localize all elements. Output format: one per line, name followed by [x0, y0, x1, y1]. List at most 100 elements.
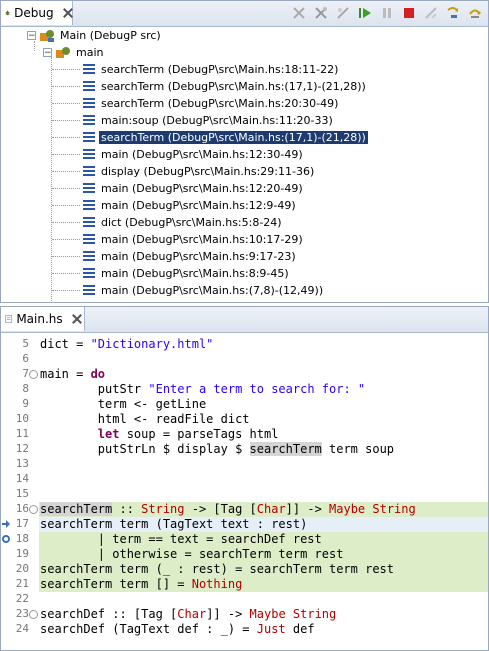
stack-frame[interactable]: main (DebugP\src\Main.hs:8:9-45) [83, 265, 291, 282]
stack-frame[interactable]: main:soup (DebugP\src\Main.hs:11:20-33) [83, 112, 335, 129]
tab-main-hs[interactable]: Main.hs [1, 307, 85, 331]
code-token: term <- getLine [40, 397, 207, 411]
stack-frame[interactable]: main (DebugP\src\Main.hs:12:30-49) [83, 146, 305, 163]
line-number: 7 [22, 367, 29, 380]
collapse-icon[interactable]: − [27, 31, 36, 41]
line-number: 12 [15, 442, 29, 455]
stack-frame[interactable]: dict (DebugP\src\Main.hs:5:8-24) [83, 214, 284, 231]
stack-frame[interactable]: searchTerm (DebugP\src\Main.hs:(17,1)-(2… [83, 129, 368, 146]
code-line[interactable] [39, 487, 488, 502]
code-line[interactable] [39, 457, 488, 472]
code-text: searchDef :: [Tag [Char]] -> Maybe Strin… [40, 607, 336, 622]
code-text: | otherwise = searchTerm term rest [40, 547, 344, 562]
tab-debug[interactable]: Debug [1, 1, 73, 25]
code-line[interactable]: putStrLn $ display $ searchTerm term sou… [39, 442, 488, 457]
code-text: | term == text = searchDef rest [40, 532, 322, 547]
code-token: ]] -> [285, 502, 330, 516]
collapse-icon[interactable]: − [43, 48, 52, 58]
code-token: term soup [321, 442, 395, 456]
stack-frame[interactable]: main (DebugP\src\Main.hs:(7,8)-(12,49)) [83, 282, 325, 299]
code-text: putStr "Enter a term to search for: " [40, 382, 365, 397]
remove-terminated-icon[interactable] [290, 4, 308, 22]
code-line[interactable]: let soup = parseTags html [39, 427, 488, 442]
code-line[interactable]: searchDef (TagText def : _) = Just def [39, 622, 488, 637]
code-text: html <- readFile dict [40, 412, 250, 427]
stack-frame-label: main (DebugP\src\Main.hs:8:9-45) [101, 267, 289, 280]
step-over-icon[interactable] [466, 4, 484, 22]
code-token: putStrLn $ display $ [40, 442, 250, 456]
code-line[interactable] [39, 472, 488, 487]
stack-frame-icon [83, 217, 95, 228]
code-token: Maybe String [329, 502, 416, 516]
code-line[interactable] [39, 352, 488, 367]
suspend-icon[interactable] [378, 4, 396, 22]
step-into-icon[interactable] [444, 4, 462, 22]
stack-frame-label: main (DebugP\src\Main.hs:12:9-49) [101, 199, 296, 212]
code-line[interactable]: searchTerm term (_ : rest) = searchTerm … [39, 562, 488, 577]
code-token: String [141, 502, 185, 516]
stack-frame-label: searchTerm (DebugP\src\Main.hs:18:11-22) [101, 63, 339, 76]
stack-frame-icon [83, 149, 95, 160]
code-token: searchTerm [40, 502, 113, 516]
stack-frame[interactable]: main (DebugP\src\Main.hs:12:20-49) [83, 180, 305, 197]
code-text: searchDef (TagText def : _) = Just def [40, 622, 315, 637]
code-line[interactable]: searchTerm term (TagText text : rest) [39, 517, 488, 532]
stack-frame[interactable]: main (DebugP\src\Main.hs:12:9-49) [83, 197, 298, 214]
debug-bug-icon [5, 10, 10, 16]
code-line[interactable]: main = do [39, 367, 488, 382]
stack-frame-label: main (DebugP\src\Main.hs:12:20-49) [101, 182, 303, 195]
code-line[interactable]: html <- readFile dict [39, 412, 488, 427]
code-line[interactable]: searchDef :: [Tag [Char]] -> Maybe Strin… [39, 607, 488, 622]
line-number: 8 [22, 382, 29, 395]
line-number: 13 [15, 457, 29, 470]
code-line[interactable] [39, 592, 488, 607]
stack-frame-label: display (DebugP\src\Main.hs:29:11-36) [101, 165, 315, 178]
stack-frame[interactable]: searchTerm (DebugP\src\Main.hs:18:11-22) [83, 61, 340, 78]
editor-view: Main.hs 5 6 7 8 9 10 11 12 13 14 15 16 17 18 19 20 21 22 2… [0, 306, 489, 651]
tree-thread[interactable]: − main [43, 44, 105, 61]
code-token: searchTerm term (_ : rest) = searchTerm … [40, 562, 395, 576]
code-token: Maybe String [249, 607, 337, 621]
code-token: -> [Tag [ [184, 502, 257, 516]
disconnect-icon[interactable] [422, 4, 440, 22]
line-number: 14 [15, 472, 29, 485]
code-line[interactable]: | term == text = searchDef rest [39, 532, 488, 547]
stack-frame[interactable]: display (DebugP\src\Main.hs:29:11-36) [83, 163, 316, 180]
line-number: 20 [15, 562, 29, 575]
fold-icon[interactable] [29, 370, 38, 379]
close-icon[interactable] [71, 313, 78, 325]
stack-frame[interactable]: searchTerm (DebugP\src\Main.hs:20:30-49) [83, 95, 340, 112]
line-number: 5 [22, 337, 29, 350]
connect-icon[interactable] [334, 4, 352, 22]
code-line[interactable]: term <- getLine [39, 397, 488, 412]
close-icon[interactable] [62, 7, 66, 19]
code-area[interactable]: dict = "Dictionary.html" main = do putStr… [39, 333, 488, 650]
stack-frame-label: main (DebugP\src\Main.hs:(7,8)-(12,49)) [101, 284, 324, 297]
code-token: soup = parseTags html [119, 427, 279, 441]
terminate-icon[interactable] [400, 4, 418, 22]
fold-icon[interactable] [29, 505, 38, 514]
code-line[interactable]: searchTerm :: String -> [Tag [Char]] -> … [39, 502, 488, 517]
code-line[interactable]: putStr "Enter a term to search for: " [39, 382, 488, 397]
code-token: searchDef (TagText def : _) = [40, 622, 257, 636]
fold-icon[interactable] [29, 610, 38, 619]
stack-frame-icon [83, 285, 95, 296]
resume-icon[interactable] [356, 4, 374, 22]
code-token: "Enter a term to search for: " [148, 382, 366, 396]
code-line[interactable]: dict = "Dictionary.html" [39, 337, 488, 352]
stack-frame-label: main (DebugP\src\Main.hs:12:30-49) [101, 148, 303, 161]
code-line[interactable]: | otherwise = searchTerm term rest [39, 547, 488, 562]
tree-root[interactable]: − Main (DebugP src) [27, 27, 163, 44]
stack-frame-icon [83, 183, 95, 194]
breakpoint-icon[interactable] [1, 534, 10, 543]
stack-frame[interactable]: searchTerm (DebugP\src\Main.hs:(17,1)-(2… [83, 78, 368, 95]
line-number: 16 [15, 502, 29, 515]
code-token: putStr [40, 382, 149, 396]
code-line[interactable]: searchTerm term [] = Nothing [39, 577, 488, 592]
code-token: def [285, 622, 315, 636]
stack-frame[interactable]: main (DebugP\src\Main.hs:10:17-29) [83, 231, 305, 248]
line-number: 6 [22, 352, 29, 365]
stack-frame[interactable]: main (DebugP\src\Main.hs:9:17-23) [83, 248, 298, 265]
remove-all-terminated-icon[interactable] [312, 4, 330, 22]
